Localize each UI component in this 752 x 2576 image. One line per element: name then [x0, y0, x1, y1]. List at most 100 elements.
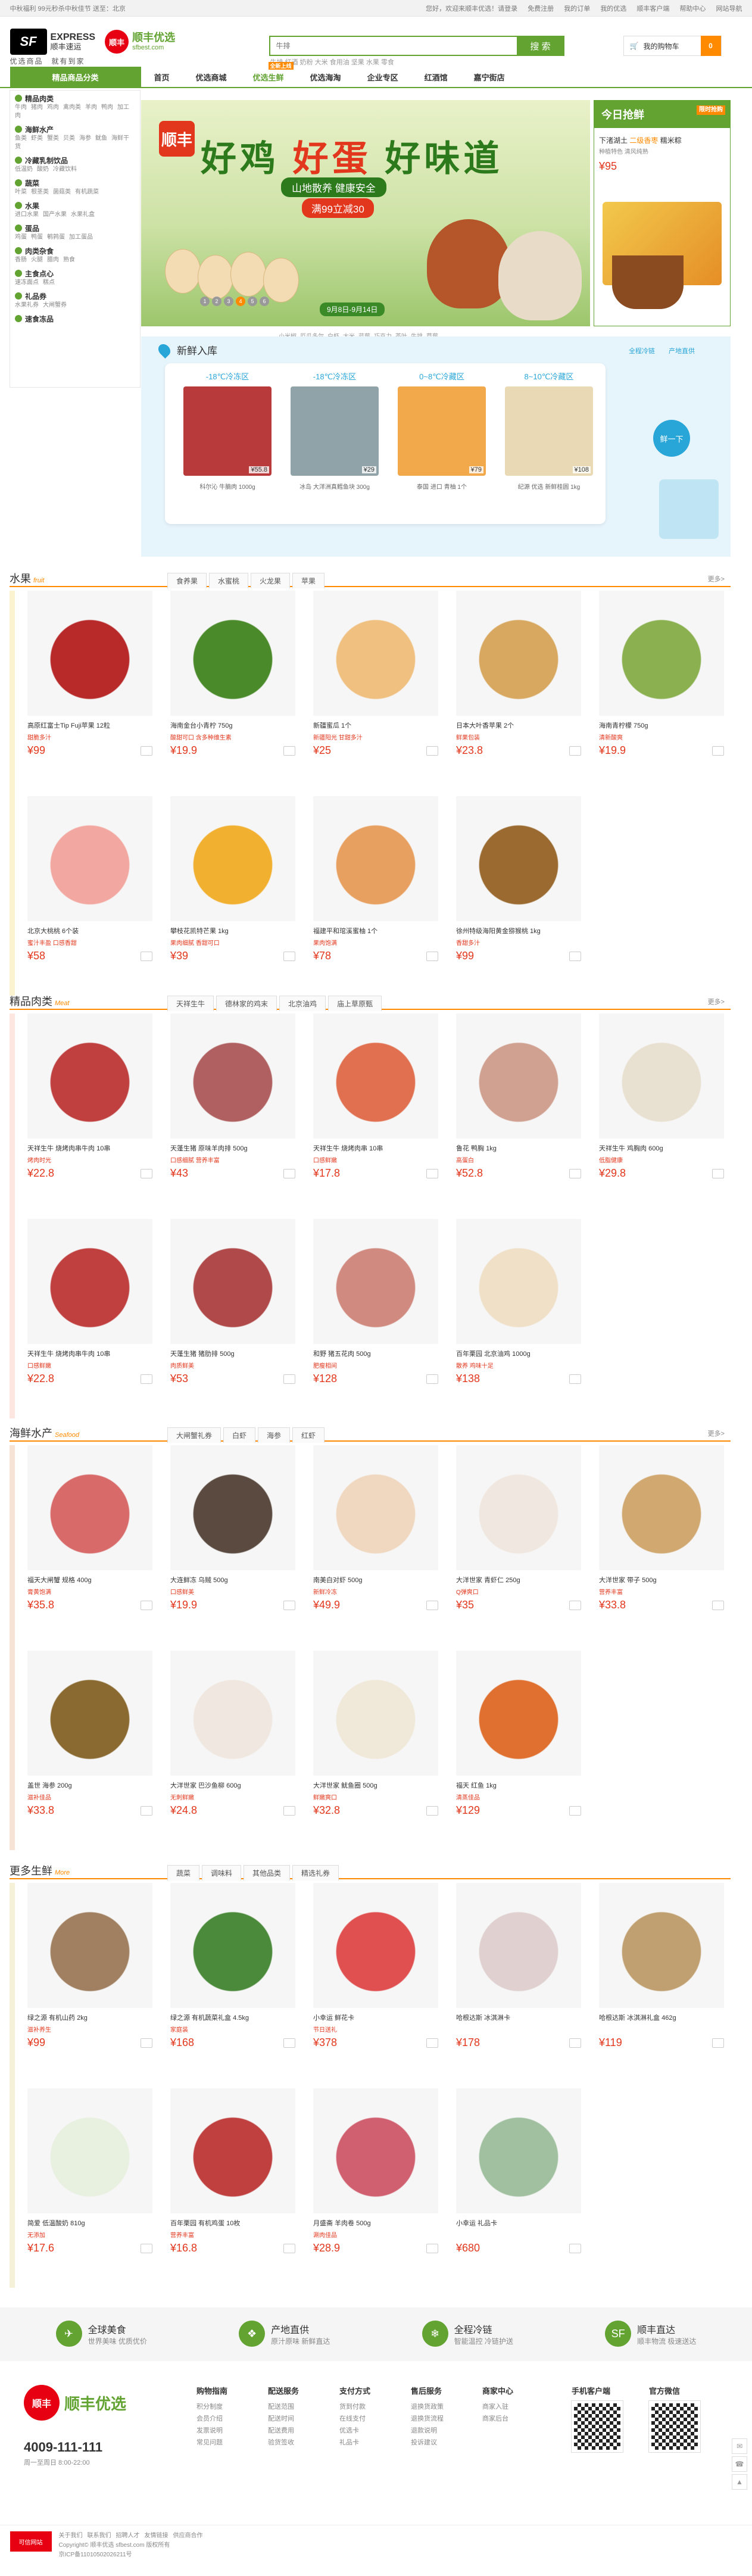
section-more-link[interactable]: 更多>	[708, 1429, 725, 1438]
category-sub-link[interactable]: 海参	[79, 135, 91, 142]
product-card[interactable]: 小幸运 鲜花卡 节日送礼 ¥378	[307, 1883, 445, 2079]
my-account-link[interactable]: 我的优选	[600, 5, 626, 13]
search-button[interactable]: 搜 索	[516, 36, 564, 56]
category-sub-link[interactable]: 腊肉	[47, 257, 59, 263]
cold-zone-card[interactable]: -18℃冷冻区 ¥55.8 科尔沁 牛腩肉 1000g	[177, 370, 278, 491]
category-heading[interactable]: 礼品券	[15, 291, 135, 301]
category-heading[interactable]: 精品肉类	[15, 93, 135, 104]
add-to-cart-icon[interactable]	[283, 2243, 295, 2253]
back-to-top-icon[interactable]: ▲	[732, 2474, 747, 2490]
product-name[interactable]: 福天 红鱼 1kg	[450, 1776, 588, 1792]
add-to-cart-icon[interactable]	[426, 746, 438, 756]
product-card[interactable]: 南美白对虾 500g 新鲜冷冻 ¥49.9	[307, 1445, 445, 1642]
category-sub-link[interactable]: 禽肉类	[63, 104, 81, 111]
add-to-cart-icon[interactable]	[141, 951, 152, 961]
product-name[interactable]: 绿之源 有机蔬菜礼盒 4.5kg	[164, 2008, 302, 2025]
trust-badge[interactable]: 可信网站	[10, 2531, 52, 2552]
product-name[interactable]: 天祥生牛 鸡胸肉 600g	[592, 1139, 731, 1155]
cold-zone-card[interactable]: -18℃冷冻区 ¥29 冰岛 大洋洲真鳕鱼块 300g	[284, 370, 385, 491]
product-name[interactable]: 鲁花 鸭胸 1kg	[450, 1139, 588, 1155]
category-sub-link[interactable]: 熟食	[63, 257, 75, 263]
category-heading[interactable]: 主食点心	[15, 268, 135, 279]
product-name[interactable]: 和野 猪五花肉 500g	[307, 1344, 445, 1361]
product-card[interactable]: 鲁花 鸭胸 1kg 高蛋白 ¥52.8	[450, 1013, 588, 1210]
add-to-cart-icon[interactable]	[569, 1374, 581, 1384]
cart-button[interactable]: 🛒 我的购物车 0	[623, 36, 722, 56]
nav-item-2[interactable]: 优选生鲜 全新上线	[240, 62, 297, 87]
footer-link[interactable]: 会员介绍	[196, 2413, 250, 2425]
section-tab[interactable]: 精选礼券	[292, 1865, 339, 1880]
cold-zone-card[interactable]: 0~8℃冷藏区 ¥79 泰国 进口 青柚 1个	[391, 370, 492, 491]
footer-link[interactable]: 退换货政策	[411, 2401, 464, 2413]
product-name[interactable]: 北京大桃桃 6个装	[21, 921, 159, 938]
product-name[interactable]: 天祥生牛 烧烤肉串 10串	[307, 1139, 445, 1155]
section-ad[interactable]: 猫山王冰冻榴莲绝佳口感，金城提供马来西亚原装进口	[10, 591, 15, 996]
category-sub-link[interactable]: 火腿	[31, 257, 43, 263]
add-to-cart-icon[interactable]	[426, 2243, 438, 2253]
bottom-link[interactable]: 友情链接	[145, 2533, 169, 2539]
product-card[interactable]: 和野 猪五花肉 500g 肥瘦相间 ¥128	[307, 1219, 445, 1415]
product-card[interactable]: 海南金台小青柠 750g 酸甜可口 含多种维生素 ¥19.9	[164, 591, 302, 787]
section-tab[interactable]: 蔬菜	[167, 1865, 200, 1880]
category-sub-link[interactable]: 国产水果	[43, 211, 67, 218]
category-sub-link[interactable]: 酸奶	[37, 166, 49, 173]
nav-item-1[interactable]: 优选商城	[183, 67, 240, 87]
category-sub-link[interactable]: 速冻面点	[15, 279, 39, 286]
bottom-link[interactable]: 关于我们	[59, 2533, 83, 2539]
cold-chain-link[interactable]: 全程冷链	[629, 348, 655, 355]
section-more-link[interactable]: 更多>	[708, 574, 725, 584]
product-name[interactable]: 南美白对虾 500g	[307, 1570, 445, 1587]
product-name[interactable]: 百年栗园 有机鸡蛋 10枚	[164, 2213, 302, 2230]
product-name[interactable]: 天祥生牛 烧烤肉串牛肉 10串	[21, 1344, 159, 1361]
category-heading[interactable]: 速食冻品	[15, 313, 135, 324]
orders-link[interactable]: 我的订单	[564, 5, 590, 13]
add-to-cart-icon[interactable]	[426, 2038, 438, 2048]
section-tab[interactable]: 大闸蟹礼券	[167, 1427, 221, 1443]
add-to-cart-icon[interactable]	[426, 1374, 438, 1384]
add-to-cart-icon[interactable]	[283, 1374, 295, 1384]
add-to-cart-icon[interactable]	[426, 1168, 438, 1178]
product-card[interactable]: 新疆蜜瓜 1个 新疆阳光 甘甜多汁 ¥25	[307, 591, 445, 787]
section-tab[interactable]: 天祥生牛	[167, 996, 214, 1011]
add-to-cart-icon[interactable]	[141, 1600, 152, 1610]
banner-dot[interactable]: 4	[236, 297, 245, 306]
product-card[interactable]: 大洋世家 带子 500g 营养丰富 ¥33.8	[592, 1445, 731, 1642]
product-name[interactable]: 天蓬生猪 原味羊肉排 500g	[164, 1139, 302, 1155]
service-icon[interactable]: ☎	[732, 2456, 747, 2472]
site-nav-link[interactable]: 网站导航	[716, 5, 742, 13]
category-heading[interactable]: 水果	[15, 200, 135, 211]
category-sub-link[interactable]: 鱼类	[15, 135, 27, 142]
add-to-cart-icon[interactable]	[141, 2243, 152, 2253]
category-sub-link[interactable]: 鸭蛋	[31, 234, 43, 241]
section-more-link[interactable]: 更多>	[708, 997, 725, 1006]
category-sub-link[interactable]: 贝类	[63, 135, 75, 142]
product-card[interactable]: 天蓬生猪 猪肋排 500g 肉质鲜美 ¥53	[164, 1219, 302, 1415]
fresh-button[interactable]: 鲜一下	[653, 420, 690, 457]
category-sub-link[interactable]: 虾类	[31, 135, 43, 142]
add-to-cart-icon[interactable]	[569, 2038, 581, 2048]
footer-link[interactable]: 配送范围	[268, 2401, 322, 2413]
product-card[interactable]: 简爱 低温酸奶 810g 无添加 ¥17.6	[21, 2088, 159, 2285]
category-sub-link[interactable]: 大闸蟹券	[43, 302, 67, 308]
footer-link[interactable]: 退款说明	[411, 2425, 464, 2437]
product-card[interactable]: 绿之源 有机山药 2kg 滋补养生 ¥99	[21, 1883, 159, 2079]
banner-dot[interactable]: 5	[248, 297, 257, 306]
product-name[interactable]: 简爱 低温酸奶 810g	[21, 2213, 159, 2230]
login-link[interactable]: 您好，欢迎来顺丰优选！请登录	[426, 5, 517, 13]
product-card[interactable]: 福天 红鱼 1kg 清蒸佳品 ¥129	[450, 1651, 588, 1847]
sfbest-logo[interactable]: 顺丰 顺丰优选 sfbest.com	[105, 30, 175, 54]
product-name[interactable]: 大洋世家 巴沙鱼柳 600g	[164, 1776, 302, 1792]
footer-link[interactable]: 礼品卡	[339, 2437, 393, 2449]
category-sub-link[interactable]: 鱿鱼	[95, 135, 107, 142]
footer-link[interactable]: 在线支付	[339, 2413, 393, 2425]
add-to-cart-icon[interactable]	[569, 1805, 581, 1816]
footer-link[interactable]: 常见问题	[196, 2437, 250, 2449]
product-card[interactable]: 天祥生牛 烧烤肉串牛肉 10串 口感鲜嫩 ¥22.8	[21, 1219, 159, 1415]
product-name[interactable]: 小幸运 鲜花卡	[307, 2008, 445, 2025]
search-input[interactable]	[269, 36, 517, 56]
category-sub-link[interactable]: 叶菜	[15, 189, 27, 195]
product-card[interactable]: 天蓬生猪 原味羊肉排 500g 口感细腻 营养丰富 ¥43	[164, 1013, 302, 1210]
product-name[interactable]: 天蓬生猪 猪肋排 500g	[164, 1344, 302, 1361]
footer-link[interactable]: 投诉建议	[411, 2437, 464, 2449]
product-name[interactable]: 月盛斋 羊肉卷 500g	[307, 2213, 445, 2230]
